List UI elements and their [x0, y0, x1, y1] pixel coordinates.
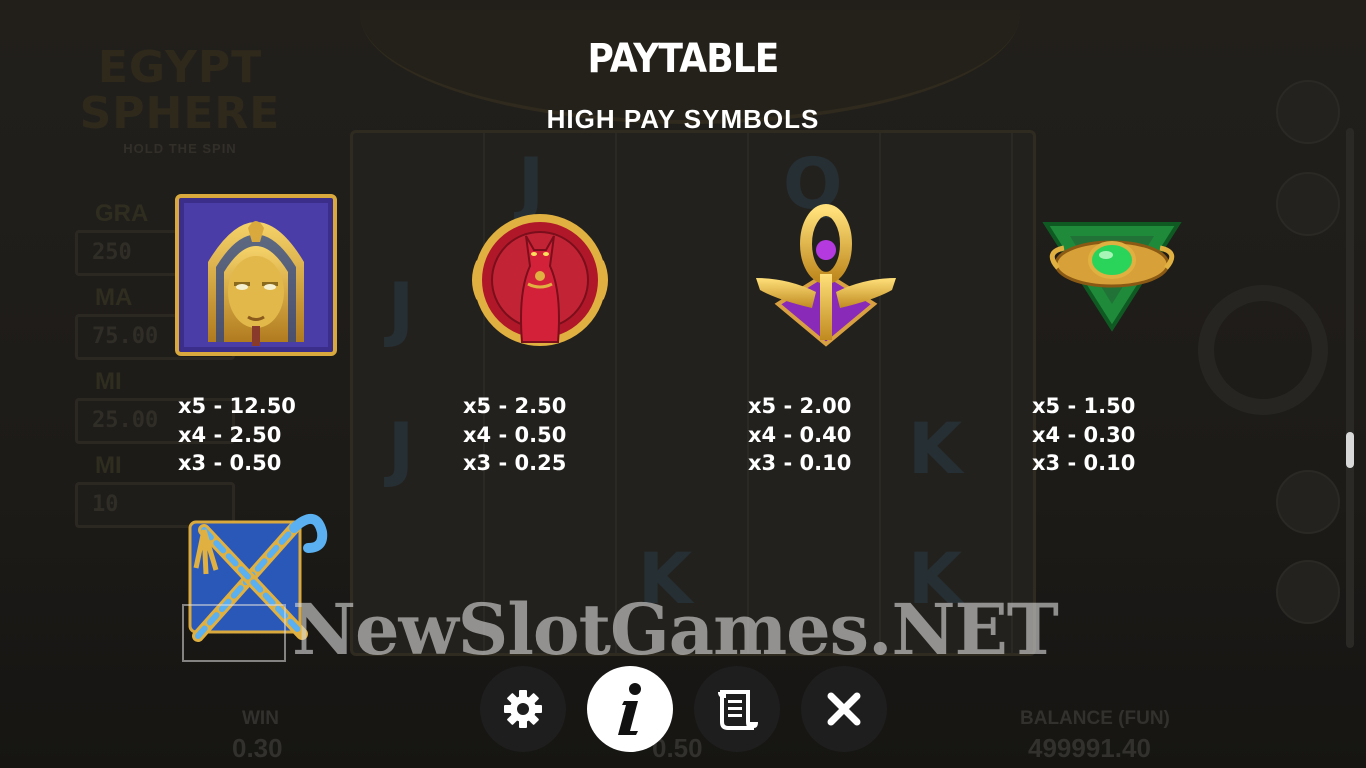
scroll-icon [718, 690, 758, 730]
settings-button[interactable] [480, 666, 566, 752]
payout-line: x3 - 0.50 [178, 451, 282, 475]
payout-list-ankh: x5 - 2.00 x4 - 0.40 x3 - 0.10 [748, 392, 851, 478]
payout-line: x5 - 1.50 [1032, 394, 1136, 418]
info-icon [618, 683, 641, 735]
payout-line: x3 - 0.10 [1032, 451, 1136, 475]
payout-line: x5 - 12.50 [178, 394, 296, 418]
payout-list-pharaoh: x5 - 12.50 x4 - 2.50 x3 - 0.50 [178, 392, 296, 478]
payout-list-amulet: x5 - 1.50 x4 - 0.30 x3 - 0.10 [1032, 392, 1135, 478]
green-scarab-amulet-icon [1024, 192, 1204, 362]
page-title: PAYTABLE [587, 36, 780, 82]
payout-line: x4 - 0.30 [1032, 422, 1136, 447]
rules-button[interactable] [694, 666, 780, 752]
payout-line: x4 - 2.50 [178, 422, 282, 447]
scroll-track[interactable] [1346, 128, 1354, 648]
payout-line: x5 - 2.00 [748, 394, 852, 418]
watermark-logo [182, 604, 286, 662]
section-title: HIGH PAY SYMBOLS [546, 104, 820, 134]
golden-ankh-icon [738, 192, 918, 362]
payout-list-cat: x5 - 2.50 x4 - 0.50 x3 - 0.25 [463, 392, 566, 478]
close-icon [827, 692, 861, 726]
payout-line: x4 - 0.50 [463, 422, 567, 447]
payout-line: x3 - 0.25 [463, 451, 567, 475]
gear-icon [504, 690, 542, 728]
payout-line: x3 - 0.10 [748, 451, 852, 475]
payout-line: x5 - 2.50 [463, 394, 567, 418]
red-cat-icon [452, 192, 632, 362]
payout-line: x4 - 0.40 [748, 422, 852, 447]
close-button[interactable] [801, 666, 887, 752]
watermark-text: NewSlotGames.NET [292, 588, 1059, 671]
pharaoh-mask-icon [168, 192, 348, 362]
scroll-thumb[interactable] [1346, 432, 1354, 468]
info-button[interactable] [587, 666, 673, 752]
